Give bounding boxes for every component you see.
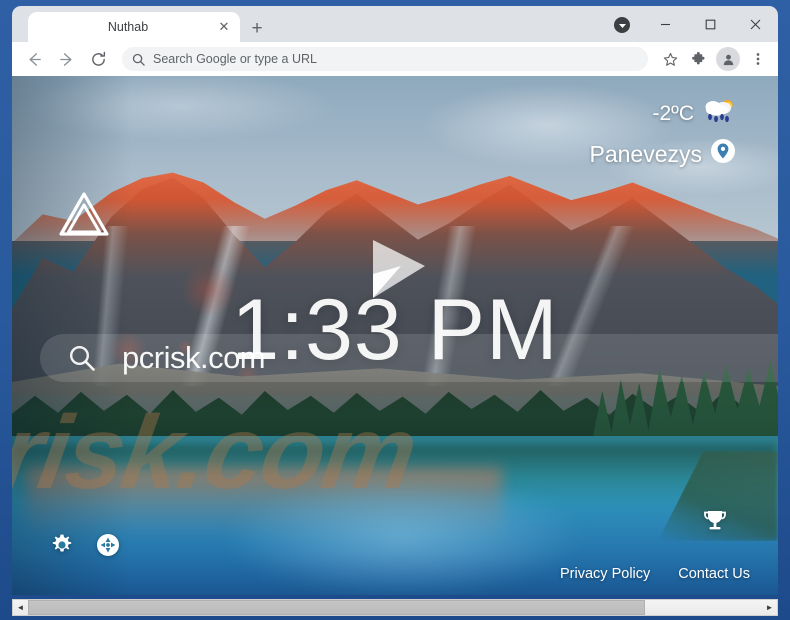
scrollbar-track[interactable]: [28, 600, 762, 615]
extensions-puzzle-icon[interactable]: [685, 46, 711, 72]
scroll-left-arrow-icon[interactable]: ◄: [13, 600, 28, 615]
weather-location: Panevezys: [589, 140, 702, 167]
window-minimize-button[interactable]: [643, 6, 688, 42]
search-icon: [132, 53, 145, 66]
address-bar-text: Search Google or type a URL: [153, 52, 317, 66]
search-magnifier-icon: [68, 344, 96, 372]
window-maximize-button[interactable]: [688, 6, 733, 42]
scrollbar-thumb[interactable]: [28, 600, 645, 615]
browser-toolbar: Search Google or type a URL: [12, 42, 778, 76]
contact-us-link[interactable]: Contact Us: [678, 566, 750, 582]
tab-title: Nuthab: [107, 20, 149, 34]
browser-window: Nuthab ✕ + Search Google or type a URL r…: [0, 0, 790, 620]
profile-avatar-icon[interactable]: [716, 47, 740, 71]
footer-links: Privacy Policy Contact Us: [560, 566, 750, 582]
privacy-policy-link[interactable]: Privacy Policy: [560, 566, 650, 582]
forward-arrow-icon[interactable]: [52, 45, 80, 73]
address-bar[interactable]: Search Google or type a URL: [122, 47, 648, 71]
reload-icon[interactable]: [84, 45, 112, 73]
location-pin-icon[interactable]: [710, 138, 736, 170]
search-bar[interactable]: pcrisk.com: [40, 334, 778, 382]
weather-location-row: Panevezys: [589, 138, 736, 170]
bottom-tool-group: [50, 533, 120, 557]
back-arrow-icon[interactable]: [20, 45, 48, 73]
notification-badge-icon[interactable]: [614, 17, 630, 33]
rain-cloud-sun-icon: [702, 98, 736, 130]
window-close-button[interactable]: [733, 6, 778, 42]
three-dot-menu-icon[interactable]: [745, 46, 771, 72]
window-controls: [643, 6, 778, 42]
search-input-value: pcrisk.com: [122, 340, 266, 375]
settings-gear-icon[interactable]: [50, 533, 74, 557]
tab-nuthab[interactable]: Nuthab ✕: [28, 12, 240, 42]
bookmark-star-icon[interactable]: [657, 46, 683, 72]
new-tab-button[interactable]: +: [244, 16, 270, 42]
nuthab-triangle-logo-icon[interactable]: [56, 188, 112, 240]
weather-widget[interactable]: -2ºС Panevezys: [589, 98, 736, 170]
weather-temperature: -2ºС: [652, 102, 694, 125]
new-tab-page: risk.com -2ºС Panevezys 1:33 PM pcrisk.c…: [12, 76, 778, 595]
tab-close-icon[interactable]: ✕: [212, 15, 236, 39]
scroll-right-arrow-icon[interactable]: ►: [762, 600, 777, 615]
tab-strip: Nuthab ✕ +: [12, 6, 778, 42]
trophy-cup-icon[interactable]: [702, 508, 728, 539]
weather-temperature-row: -2ºС: [589, 98, 736, 130]
fullscreen-expand-icon[interactable]: [96, 533, 120, 557]
horizontal-scrollbar[interactable]: ◄ ►: [12, 599, 778, 616]
